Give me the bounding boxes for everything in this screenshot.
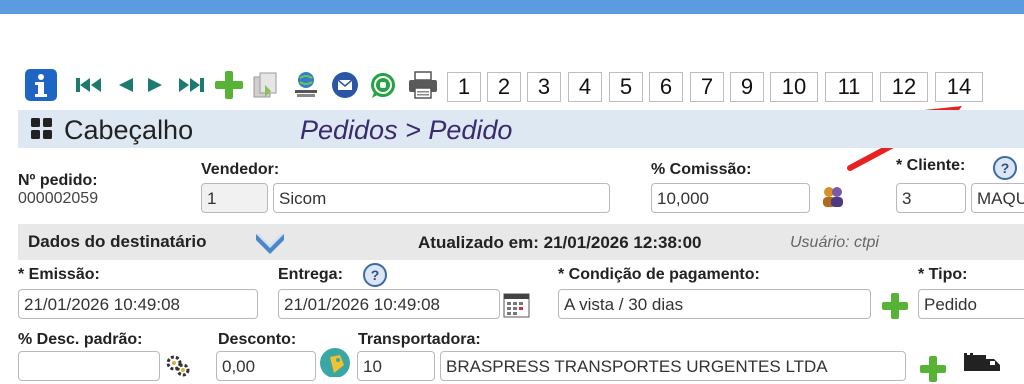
cliente-help-icon[interactable]: ? [993,156,1017,180]
tab-1[interactable]: 1 [447,72,481,102]
tab-7[interactable]: 7 [690,72,724,102]
transportadora-label: Transportadora: [358,331,481,348]
add-condicao-icon[interactable] [880,291,910,321]
tab-3[interactable]: 3 [527,72,561,102]
print-icon[interactable] [406,68,440,102]
entrega-label: Entrega: [278,266,343,283]
desconto-label: Desconto: [218,331,297,348]
comissao-label: % Comissão: [651,161,752,178]
numero-value: 000002059 [18,190,99,207]
top-bar [0,0,1024,14]
section-title: Dados do destinatário [28,232,207,251]
vendedor-name-field[interactable]: Sicom [273,183,610,213]
tipo-field[interactable]: Pedido [918,289,1024,319]
desc-padrao-label: % Desc. padrão: [18,331,143,348]
truck-icon[interactable] [962,351,1002,377]
comissao-field[interactable]: 10,000 [651,183,810,213]
condicao-field[interactable]: A vista / 30 dias [558,289,871,319]
tab-6[interactable]: 6 [649,72,683,102]
tab-9[interactable]: 9 [730,72,764,102]
info-icon[interactable] [24,68,58,102]
grid-icon [31,118,52,139]
updated-text: Atualizado em: 21/01/2026 12:38:00 [418,233,702,252]
numero-label: Nº pedido: [18,172,98,189]
tab-5[interactable]: 5 [609,72,643,102]
copy-icon[interactable] [250,68,280,102]
cliente-name-field[interactable]: MAQU [971,183,1024,213]
whatsapp-icon[interactable] [368,68,398,102]
next-record-icon[interactable] [142,68,168,102]
emissao-field[interactable]: 21/01/2026 10:49:08 [18,289,258,319]
tab-10[interactable]: 10 [770,72,818,102]
vendedor-label: Vendedor: [201,161,280,178]
condicao-label: * Condição de pagamento: [558,266,760,283]
cliente-code-field[interactable]: 3 [896,183,966,213]
cliente-label: * Cliente: [896,157,966,174]
breadcrumb: Pedidos > Pedido [300,115,513,145]
page-title: Cabeçalho [64,115,194,145]
entrega-help-icon[interactable]: ? [363,263,387,287]
first-record-icon[interactable] [74,68,104,102]
prev-record-icon[interactable] [112,68,138,102]
email-icon[interactable] [330,68,360,102]
last-record-icon[interactable] [176,68,206,102]
chevron-down-icon[interactable] [254,228,286,256]
emissao-label: * Emissão: [18,266,100,283]
gears-icon[interactable] [165,354,191,377]
user-text: Usuário: ctpi [790,234,879,251]
people-icon[interactable] [820,184,846,210]
tipo-label: * Tipo: [918,266,968,283]
tab-4[interactable]: 4 [568,72,602,102]
add-transportadora-icon[interactable] [918,354,948,384]
calendar-icon[interactable] [503,291,531,319]
tab-2[interactable]: 2 [487,72,521,102]
web-icon[interactable] [290,68,322,102]
vendedor-code-field[interactable]: 1 [201,183,268,213]
entrega-field[interactable]: 21/01/2026 10:49:08 [278,289,500,319]
discount-tag-icon[interactable] [318,347,352,377]
add-icon[interactable] [213,68,245,102]
